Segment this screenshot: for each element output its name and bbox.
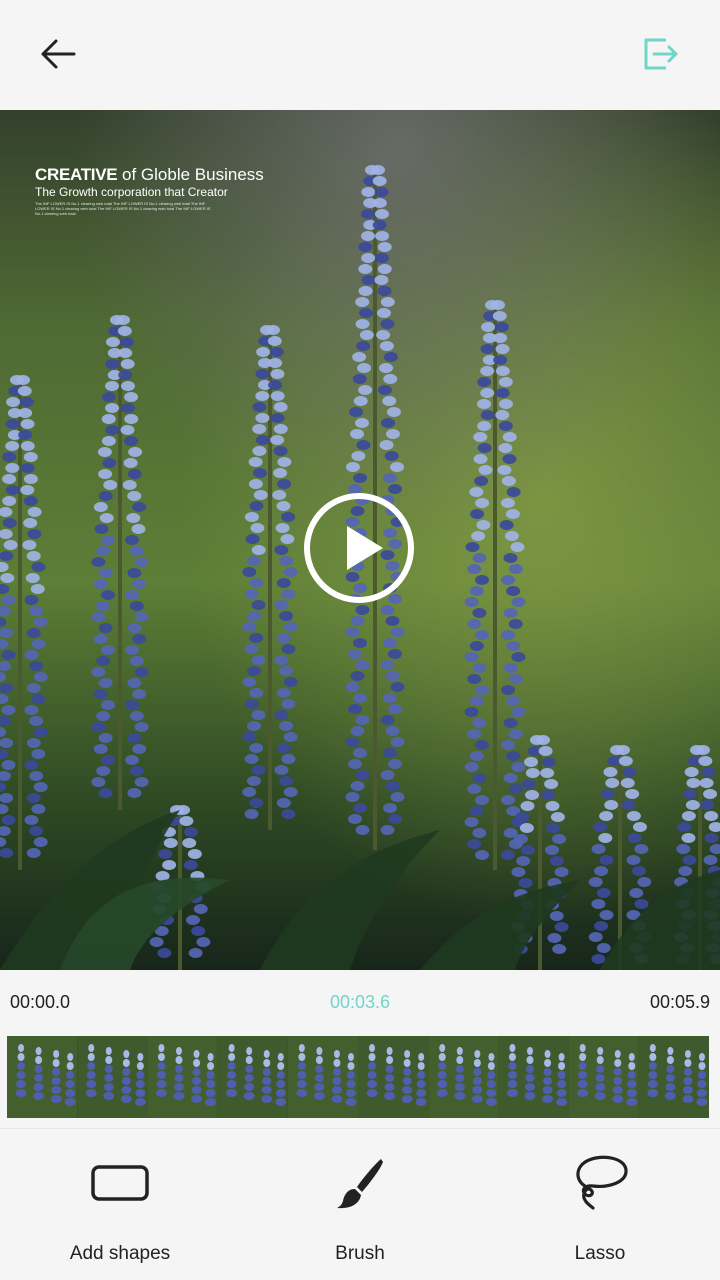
- timeline-filmstrip[interactable]: [7, 1036, 709, 1118]
- overlay-headline: CREATIVE of Globle Business: [35, 165, 264, 184]
- overlay-fine-print: The INF LOWER IS No.1 clearing web total…: [35, 201, 211, 216]
- video-editor-screen: CREATIVE of Globle Business The Growth c…: [0, 0, 720, 1280]
- brush-button[interactable]: Brush: [240, 1129, 480, 1280]
- play-button[interactable]: [303, 492, 415, 604]
- current-time: 00:03.6: [329, 992, 391, 1012]
- play-icon: [304, 493, 414, 603]
- video-text-overlay: CREATIVE of Globle Business The Growth c…: [35, 165, 275, 216]
- end-time: 00:05.9: [649, 992, 710, 1012]
- brush-label: Brush: [335, 1243, 385, 1264]
- video-preview[interactable]: CREATIVE of Globle Business The Growth c…: [0, 110, 720, 970]
- filmstrip-frames: [7, 1036, 709, 1118]
- timeline-times: 00:00.0 00:03.6 00:05.9: [0, 970, 720, 1036]
- lasso-icon: [576, 1155, 628, 1210]
- rounded-rectangle-icon: [91, 1165, 149, 1201]
- export-button[interactable]: [634, 30, 690, 78]
- lasso-button[interactable]: Lasso: [480, 1129, 720, 1280]
- lasso-label: Lasso: [574, 1243, 626, 1264]
- top-bar: [0, 0, 720, 110]
- overlay-tagline: The Growth corporation that Creator: [35, 185, 228, 199]
- export-icon: [644, 38, 678, 70]
- back-button[interactable]: [30, 30, 86, 78]
- tool-bar: Add shapes Brush Lasso: [0, 1128, 720, 1280]
- brush-icon: [337, 1159, 383, 1209]
- arrow-left-icon: [41, 39, 76, 69]
- add-shapes-label: Add shapes: [69, 1243, 171, 1264]
- add-shapes-button[interactable]: Add shapes: [0, 1129, 240, 1280]
